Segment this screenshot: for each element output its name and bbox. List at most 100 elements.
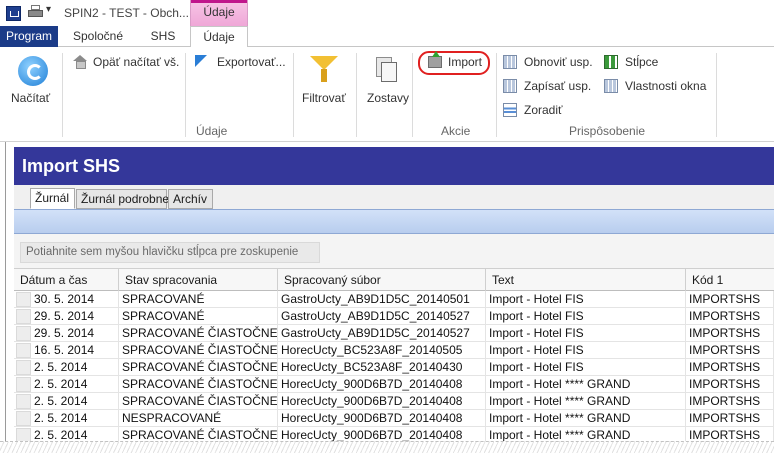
row-selector[interactable] — [16, 309, 31, 324]
cell-subor: GastroUcty_AB9D1D5C_20140501 — [278, 291, 486, 307]
cell-kod: IMPORTSHS — [686, 342, 774, 358]
cell-datum: 29. 5. 2014 — [31, 308, 119, 324]
window-properties-icon — [604, 79, 618, 93]
exportovat-button[interactable]: Exportovať... — [217, 55, 286, 69]
context-tab-header: Údaje — [190, 0, 248, 26]
table-row[interactable]: 2. 5. 2014 SPRACOVANÉ ČIASTOČNE HorecUct… — [14, 427, 774, 441]
cell-kod: IMPORTSHS — [686, 359, 774, 375]
zoradit-button[interactable]: Zoradiť — [524, 103, 563, 117]
restore-layout-icon — [503, 55, 517, 69]
cell-kod: IMPORTSHS — [686, 393, 774, 409]
cell-subor: GastroUcty_AB9D1D5C_20140527 — [278, 308, 486, 324]
table-row[interactable]: 29. 5. 2014 SPRACOVANÉ ČIASTOČNE GastroU… — [14, 325, 774, 342]
opat-nacitat-button[interactable]: Opäť načítať vš. — [93, 55, 179, 69]
row-selector[interactable] — [16, 377, 31, 392]
cell-text: Import - Hotel FIS — [486, 359, 686, 375]
table-row[interactable]: 2. 5. 2014 NESPRACOVANÉ HorecUcty_900D6B… — [14, 410, 774, 427]
group-separator — [412, 53, 413, 137]
group-separator — [62, 53, 63, 137]
panel-header — [14, 147, 774, 185]
tab-zurnal-podrobne[interactable]: Žurnál podrobne — [76, 189, 169, 209]
cell-text: Import - Hotel FIS — [486, 342, 686, 358]
zostavy-button[interactable]: Zostavy — [367, 91, 409, 105]
panel-title: Import SHS — [22, 156, 121, 176]
group-label-akcie: Akcie — [441, 124, 471, 138]
row-selector[interactable] — [16, 394, 31, 409]
tab-udaje[interactable]: Údaje — [190, 26, 248, 48]
obnovit-usp-button[interactable]: Obnoviť usp. — [524, 55, 593, 69]
group-separator — [293, 53, 294, 137]
column-header-kod[interactable]: Kód 1 — [686, 269, 774, 291]
cell-subor: HorecUcty_900D6B7D_20140408 — [278, 393, 486, 409]
table-row[interactable]: 29. 5. 2014 SPRACOVANÉ GastroUcty_AB9D1D… — [14, 308, 774, 325]
cell-kod: IMPORTSHS — [686, 291, 774, 307]
ribbon-tab-row: Program Spoločné SHS Údaje — [0, 26, 774, 48]
vlastnosti-okna-button[interactable]: Vlastnosti okna — [625, 79, 706, 93]
nacitat-button[interactable]: Načítať — [11, 91, 50, 105]
cell-datum: 2. 5. 2014 — [31, 359, 119, 375]
column-header-stav[interactable]: Stav spracovania — [119, 269, 278, 291]
row-selector[interactable] — [16, 360, 31, 375]
cell-stav: SPRACOVANÉ ČIASTOČNE — [119, 427, 278, 441]
cell-datum: 2. 5. 2014 — [31, 410, 119, 426]
app-window: ▾ SPIN2 - TEST - Obch... Údaje Program S… — [0, 0, 774, 453]
app-logo-icon[interactable] — [6, 6, 21, 21]
reports-icon[interactable] — [376, 57, 398, 83]
cell-text: Import - Hotel **** GRAND — [486, 376, 686, 392]
cell-subor: GastroUcty_AB9D1D5C_20140527 — [278, 325, 486, 341]
row-selector[interactable] — [16, 326, 31, 341]
reload-all-icon — [73, 55, 87, 69]
quick-access-dropdown-icon[interactable]: ▾ — [46, 4, 51, 15]
group-separator — [716, 53, 717, 137]
zapisat-usp-button[interactable]: Zapísať usp. — [524, 79, 591, 93]
group-separator — [496, 53, 497, 137]
cell-kod: IMPORTSHS — [686, 410, 774, 426]
table-row[interactable]: 30. 5. 2014 SPRACOVANÉ GastroUcty_AB9D1D… — [14, 291, 774, 308]
sub-tab-bar: Žurnál Žurnál podrobne Archív — [14, 185, 774, 209]
column-header-subor[interactable]: Spracovaný súbor — [278, 269, 486, 291]
cell-kod: IMPORTSHS — [686, 325, 774, 341]
row-selector[interactable] — [16, 428, 31, 441]
cell-stav: SPRACOVANÉ ČIASTOČNE — [119, 325, 278, 341]
group-by-hint[interactable]: Potiahnite sem myšou hlavičku stĺpca pre… — [20, 242, 320, 263]
cell-subor: HorecUcty_BC523A8F_20140505 — [278, 342, 486, 358]
cell-stav: SPRACOVANÉ ČIASTOČNE — [119, 376, 278, 392]
stlpce-button[interactable]: Stĺpce — [625, 55, 658, 69]
row-selector[interactable] — [16, 343, 31, 358]
tab-program[interactable]: Program — [0, 26, 58, 47]
row-selector[interactable] — [16, 411, 31, 426]
ribbon: Načítať Opäť načítať vš. Exportovať... F… — [0, 47, 774, 142]
refresh-icon[interactable] — [18, 56, 48, 86]
cell-text: Import - Hotel **** GRAND — [486, 410, 686, 426]
table-row[interactable]: 16. 5. 2014 SPRACOVANÉ ČIASTOČNE HorecUc… — [14, 342, 774, 359]
table-row[interactable]: 2. 5. 2014 SPRACOVANÉ ČIASTOČNE HorecUct… — [14, 393, 774, 410]
print-icon[interactable] — [28, 5, 43, 19]
tab-spolocne[interactable]: Spoločné — [63, 26, 133, 47]
cell-kod: IMPORTSHS — [686, 427, 774, 441]
cell-text: Import - Hotel **** GRAND — [486, 427, 686, 441]
column-header-text[interactable]: Text — [486, 269, 686, 291]
tab-archiv[interactable]: Archív — [168, 189, 213, 209]
row-selector[interactable] — [16, 292, 31, 307]
cell-subor: HorecUcty_900D6B7D_20140408 — [278, 376, 486, 392]
torn-edge-decoration — [0, 441, 774, 453]
filter-icon[interactable] — [310, 56, 338, 84]
import-icon[interactable] — [428, 51, 442, 68]
group-label-udaje: Údaje — [196, 124, 228, 138]
cell-text: Import - Hotel FIS — [486, 291, 686, 307]
column-header-datum[interactable]: Dátum a čas — [14, 269, 119, 291]
cell-stav: SPRACOVANÉ ČIASTOČNE — [119, 342, 278, 358]
table-row[interactable]: 2. 5. 2014 SPRACOVANÉ ČIASTOČNE HorecUct… — [14, 376, 774, 393]
filtrovat-button[interactable]: Filtrovať — [302, 91, 346, 105]
tab-shs[interactable]: SHS — [140, 26, 186, 47]
cell-stav: SPRACOVANÉ — [119, 291, 278, 307]
cell-stav: NESPRACOVANÉ — [119, 410, 278, 426]
table-row[interactable]: 2. 5. 2014 SPRACOVANÉ ČIASTOČNE HorecUct… — [14, 359, 774, 376]
cell-stav: SPRACOVANÉ — [119, 308, 278, 324]
import-button[interactable]: Import — [448, 55, 482, 69]
cell-text: Import - Hotel **** GRAND — [486, 393, 686, 409]
tab-zurnal[interactable]: Žurnál — [30, 188, 75, 209]
cell-subor: HorecUcty_900D6B7D_20140408 — [278, 427, 486, 441]
window-title: SPIN2 - TEST - Obch... — [64, 6, 189, 20]
cell-stav: SPRACOVANÉ ČIASTOČNE — [119, 359, 278, 375]
